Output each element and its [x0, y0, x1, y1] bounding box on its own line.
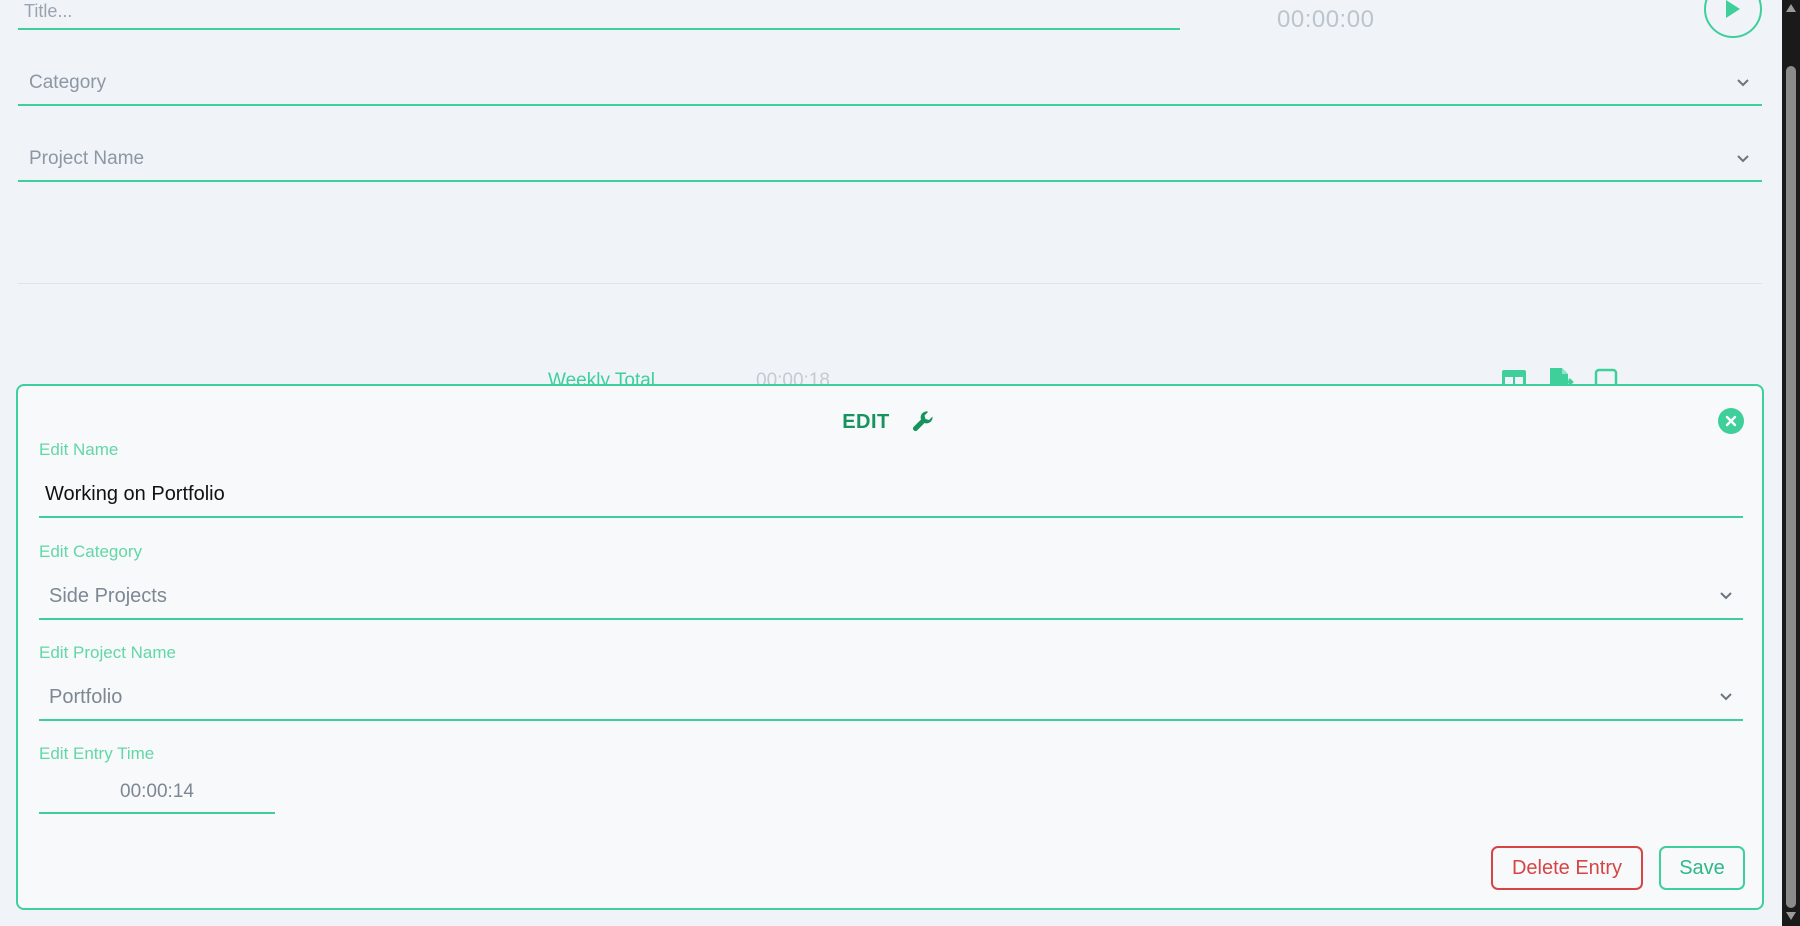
edit-category-select[interactable]: Side Projects — [39, 574, 1743, 620]
edit-modal: EDIT Edit Name Working on Portfolio Edit… — [16, 384, 1764, 910]
app-page: 00:00:00 Category Project Name Weekly To… — [0, 0, 1800, 926]
close-icon — [1725, 415, 1737, 427]
chevron-down-icon — [1737, 155, 1749, 163]
chevron-down-icon — [1720, 693, 1732, 701]
project-select-label: Project Name — [29, 148, 145, 169]
category-select[interactable]: Category — [18, 62, 1762, 106]
edit-time-input[interactable]: 00:00:14 — [39, 772, 275, 814]
vertical-scrollbar[interactable] — [1782, 0, 1800, 926]
delete-entry-button[interactable]: Delete Entry — [1491, 846, 1643, 890]
edit-name-label: Edit Name — [39, 440, 119, 459]
scroll-thumb[interactable] — [1786, 66, 1796, 908]
wrench-icon — [912, 411, 933, 431]
section-divider — [18, 283, 1762, 284]
chevron-down-icon — [1737, 79, 1749, 87]
edit-time-label: Edit Entry Time — [39, 744, 155, 763]
play-icon — [1726, 0, 1740, 18]
chevron-down-icon — [1720, 592, 1732, 600]
play-button[interactable] — [1704, 0, 1762, 38]
edit-project-label: Edit Project Name — [39, 643, 176, 662]
edit-category-label: Edit Category — [39, 542, 142, 561]
modal-header: EDIT — [18, 408, 1762, 436]
timer-display: 00:00:00 — [1277, 6, 1375, 33]
edit-category-value: Side Projects — [49, 584, 167, 607]
edit-name-input[interactable]: Working on Portfolio — [39, 472, 1743, 518]
edit-name-value: Working on Portfolio — [45, 482, 225, 505]
title-input[interactable] — [18, 0, 1180, 30]
edit-project-value: Portfolio — [49, 685, 123, 708]
modal-title: EDIT — [842, 410, 890, 433]
scroll-up-arrow[interactable] — [1786, 4, 1796, 12]
save-button[interactable]: Save — [1659, 846, 1745, 890]
project-name-select[interactable]: Project Name — [18, 138, 1762, 182]
edit-time-value: 00:00:14 — [120, 781, 194, 802]
edit-project-select[interactable]: Portfolio — [39, 675, 1743, 721]
scroll-down-arrow[interactable] — [1786, 912, 1796, 920]
category-select-label: Category — [29, 72, 107, 93]
close-button[interactable] — [1718, 408, 1744, 434]
